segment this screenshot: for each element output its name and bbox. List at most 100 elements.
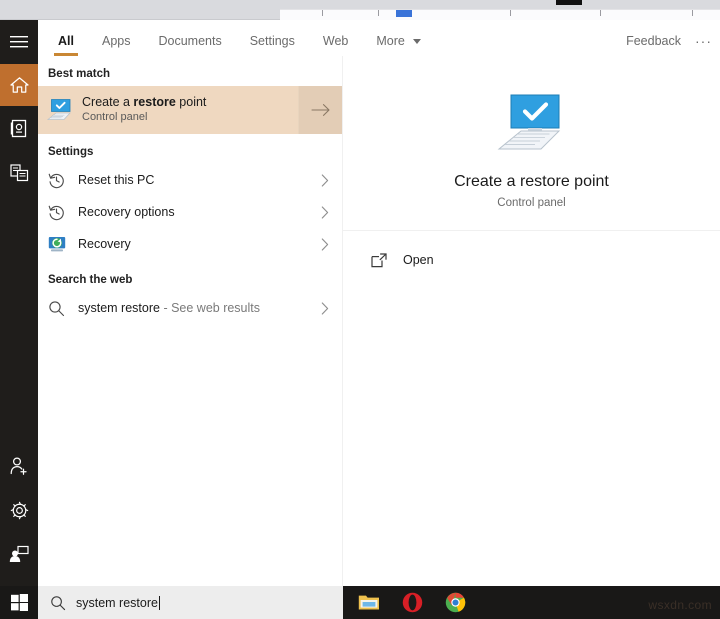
chevron-down-icon [413,39,422,45]
search-input[interactable]: system restore [38,586,343,619]
start-button[interactable] [0,586,38,619]
taskbar-apps [350,586,466,619]
tab-documents[interactable]: Documents [158,34,221,56]
search-icon [50,595,66,611]
flyout-content: All Apps Documents Settings Web More Fee… [38,20,720,586]
tab-more[interactable]: More [376,34,422,56]
result-item-label: Recovery [78,237,131,251]
tab-apps-label: Apps [101,34,131,48]
more-options-icon[interactable]: ··· [695,33,712,49]
ruler [280,9,720,20]
open-action-label: Open [403,253,434,267]
best-match-item[interactable]: Create a restore point Control panel [38,86,342,134]
tab-all[interactable]: All [54,34,78,56]
taskbar: system restore wsxdn.com [0,586,720,619]
taskbar-item-file-explorer[interactable] [358,593,380,612]
ruler-tick [510,10,511,16]
chevron-right-icon[interactable] [308,173,342,187]
text-cursor [158,595,160,610]
documents-icon [10,119,27,137]
result-item-reset-this-pc[interactable]: Reset this PC [38,164,342,196]
preview-subtitle: Control panel [497,196,566,209]
sidebar-item-apps[interactable] [0,150,38,194]
result-item-recovery[interactable]: Recovery [38,228,342,260]
search-flyout: All Apps Documents Settings Web More Fee… [0,20,720,586]
tab-more-label: More [376,34,405,48]
preview-card: Create a restore point Control panel [343,56,720,231]
search-the-web-heading: Search the web [48,274,133,286]
recovery-icon [48,236,78,253]
ruler-tick [322,10,323,16]
hamburger-icon [10,36,28,48]
background-titlebar-fragment [556,0,582,5]
opera-icon [402,592,423,613]
result-item-label: system restore - See web results [78,301,308,315]
best-match-title-suffix: point [175,94,207,109]
history-icon [48,204,78,221]
tab-apps[interactable]: Apps [102,34,131,56]
web-search-suffix: - See web results [159,301,261,315]
sidebar-item-account[interactable] [0,444,38,488]
filter-tabbar: All Apps Documents Settings Web More Fee… [38,20,720,56]
watermark: wsxdn.com [648,598,712,612]
sidebar-item-settings[interactable] [0,488,38,532]
best-match-title-prefix: Create a [82,94,134,109]
hamburger-menu-button[interactable] [0,20,38,64]
history-icon [48,172,78,189]
screen: All Apps Documents Settings Web More Fee… [0,0,720,619]
feedback-person-icon [9,545,29,562]
result-item-label: Reset this PC [78,173,155,187]
tab-settings[interactable]: Settings [250,34,295,56]
home-icon [9,77,29,93]
gear-icon [10,501,28,519]
tab-all-label: All [58,34,74,48]
settings-heading: Settings [48,146,94,158]
ruler-tick [600,10,601,16]
best-match-subtitle: Control panel [82,111,148,124]
best-match-open-arrow-button[interactable] [298,86,342,134]
feedback-button[interactable]: Feedback [626,34,681,48]
best-match-heading: Best match [48,68,110,80]
best-match-title-bold: restore [133,94,176,109]
sidebar-item-feedback[interactable] [0,532,38,576]
search-icon [48,300,78,317]
left-rail [0,20,38,586]
result-item-recovery-options[interactable]: Recovery options [38,196,342,228]
preview-pane: Create a restore point Control panel Ope… [343,56,720,586]
tab-documents-label: Documents [158,34,222,48]
chevron-right-icon[interactable] [308,301,342,315]
chevron-right-icon[interactable] [308,205,342,219]
file-explorer-icon [358,595,379,610]
taskbar-item-chrome[interactable] [445,592,466,613]
result-item-label: Recovery options [78,205,175,219]
taskbar-item-opera[interactable] [402,592,423,613]
result-item-web-search[interactable]: system restore - See web results [38,292,342,324]
restore-point-large-icon [495,92,569,159]
best-match-text: Create a restore point Control panel [82,95,298,125]
arrow-right-icon [310,104,330,116]
chevron-right-icon[interactable] [308,237,342,251]
tab-web-label: Web [322,34,349,48]
tabbar-right-actions: Feedback ··· [626,33,712,49]
chrome-icon [445,592,466,613]
web-search-query: system restore [78,301,160,315]
open-action-button[interactable]: Open [343,241,720,279]
tab-web[interactable]: Web [323,34,348,56]
windows-logo-icon [10,594,28,611]
ruler-selection [396,10,412,17]
background-window-strip [0,0,720,20]
results-list: Best match Create a restore point Contro… [38,56,343,586]
search-input-value: system restore [76,595,158,610]
open-external-icon [371,252,403,268]
sidebar-item-documents[interactable] [0,106,38,150]
sidebar-item-home[interactable] [0,64,38,106]
ruler-tick [692,10,693,16]
restore-point-icon [38,98,82,122]
tab-settings-label: Settings [249,34,295,48]
account-add-icon [10,457,27,475]
apps-icon [9,163,28,181]
results-and-preview: Best match Create a restore point Contro… [38,56,720,586]
preview-title: Create a restore point [454,172,609,190]
ruler-tick [378,10,379,16]
best-match-title: Create a restore point [82,95,298,111]
